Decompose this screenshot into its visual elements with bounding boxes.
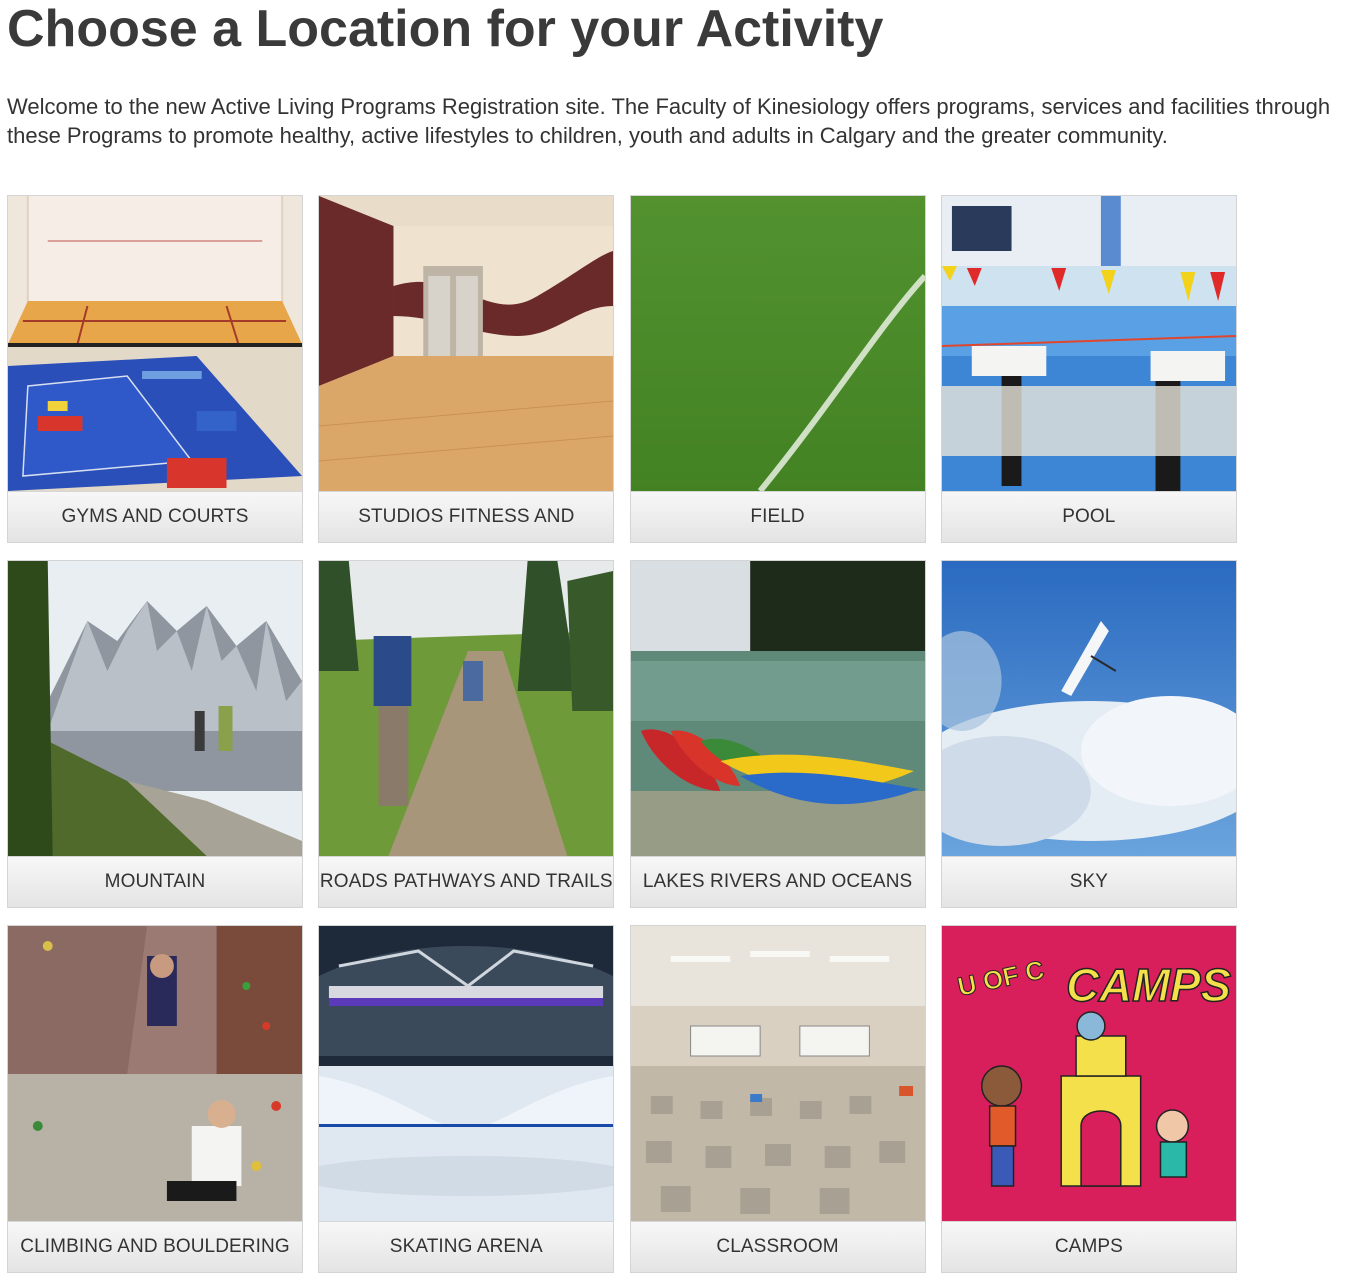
studio-photo: [319, 196, 614, 491]
location-tile-skating-arena[interactable]: SKATING ARENA: [318, 925, 615, 1273]
page-title: Choose a Location for your Activity: [7, 0, 884, 58]
pool-photo: [941, 196, 1236, 491]
location-label: CAMPS: [941, 1221, 1236, 1272]
sky-photo: [941, 561, 1236, 856]
location-label: STUDIOS FITNESS AND: [319, 491, 614, 542]
location-label: MOUNTAIN: [8, 856, 302, 907]
mountain-photo: [8, 561, 302, 856]
location-tile-gyms-and-courts[interactable]: GYMS AND COURTS: [7, 195, 303, 543]
camps-logo: U OF C CAMPS: [941, 926, 1236, 1221]
location-label: SKY: [941, 856, 1236, 907]
location-label: ROADS PATHWAYS AND TRAILS: [319, 856, 614, 907]
kayaks-photo: [630, 561, 925, 856]
location-tile-lakes-rivers-oceans[interactable]: LAKES RIVERS AND OCEANS: [629, 560, 926, 908]
location-tile-classroom[interactable]: CLASSROOM: [629, 925, 926, 1273]
gym-court-photo: [8, 196, 302, 491]
location-label: CLIMBING AND BOULDERING: [8, 1221, 302, 1272]
location-grid: GYMS AND COURTS STUDIOS FITNESS AND FIEL…: [7, 195, 1239, 1273]
location-label: CLASSROOM: [630, 1221, 925, 1272]
location-label: LAKES RIVERS AND OCEANS: [630, 856, 925, 907]
svg-text:CAMPS: CAMPS: [1066, 960, 1231, 1011]
location-tile-studios-fitness[interactable]: STUDIOS FITNESS AND: [318, 195, 615, 543]
location-tile-pool[interactable]: POOL: [940, 195, 1237, 543]
location-label: SKATING ARENA: [319, 1221, 614, 1272]
intro-text: Welcome to the new Active Living Program…: [7, 94, 1331, 148]
location-tile-field[interactable]: FIELD: [629, 195, 926, 543]
classroom-photo: [630, 926, 925, 1221]
location-label: POOL: [941, 491, 1236, 542]
field-photo: [630, 196, 925, 491]
location-tile-roads-pathways-trails[interactable]: ROADS PATHWAYS AND TRAILS: [318, 560, 615, 908]
location-tile-camps[interactable]: U OF C CAMPS CAMPS: [940, 925, 1237, 1273]
location-tile-mountain[interactable]: MOUNTAIN: [7, 560, 303, 908]
location-tile-climbing-bouldering[interactable]: CLIMBING AND BOULDERING: [7, 925, 303, 1273]
climbing-photo: [8, 926, 302, 1221]
camps-photo: U OF C CAMPS: [941, 926, 1236, 1221]
location-tile-sky[interactable]: SKY: [940, 560, 1237, 908]
trail-photo: [319, 561, 614, 856]
skating-arena-photo: [319, 926, 614, 1221]
location-label: FIELD: [630, 491, 925, 542]
location-label: GYMS AND COURTS: [8, 491, 302, 542]
